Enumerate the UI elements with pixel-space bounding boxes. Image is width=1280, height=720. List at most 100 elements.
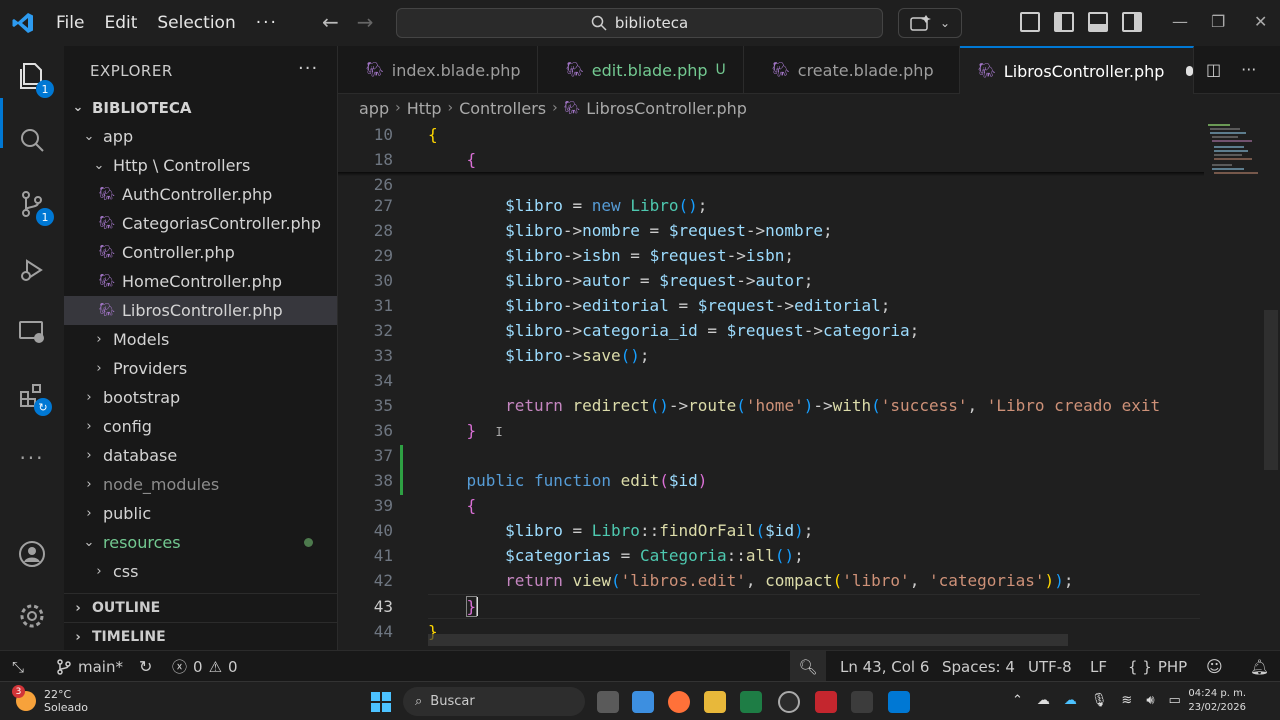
breadcrumb-http[interactable]: Http <box>407 99 442 118</box>
extensions-icon[interactable]: ↻ <box>14 378 52 416</box>
tree-folder-models[interactable]: › Models <box>64 325 337 354</box>
editor-more-icon[interactable]: ··· <box>1241 60 1256 79</box>
tree-folder-database[interactable]: › database <box>64 441 337 470</box>
timeline-section[interactable]: › TIMELINE <box>64 622 337 651</box>
menu-more-icon[interactable]: ··· <box>246 13 288 33</box>
code-line: 29 $libro->isbn = $request->isbn; <box>338 243 1200 268</box>
menu-edit[interactable]: Edit <box>94 13 147 33</box>
tree-folder-app[interactable]: ⌄ app <box>64 122 337 151</box>
sync-icon[interactable]: ↻ <box>139 657 152 676</box>
weather-badge: 3 <box>12 685 25 698</box>
outline-section[interactable]: › OUTLINE <box>64 593 337 622</box>
acrobat-icon[interactable] <box>815 691 837 713</box>
chevron-right-icon: › <box>447 100 454 116</box>
horizontal-scrollbar[interactable] <box>428 634 1068 646</box>
code-editor[interactable]: 10 { 18 { 26 27 $libro = new Libro(); 28 … <box>338 120 1280 650</box>
chevron-up-icon[interactable]: ⌃ <box>1012 693 1023 708</box>
tab-libroscontroller[interactable]: 🐘︎ LibrosController.php <box>960 46 1194 94</box>
minimize-icon[interactable]: — <box>1172 12 1188 31</box>
toggle-panel-icon[interactable] <box>1088 12 1108 32</box>
tab-index-blade[interactable]: 🐘︎ index.blade.php <box>338 46 538 94</box>
menu-file[interactable]: File <box>46 13 94 33</box>
problems-status[interactable]: ⓧ 0 ⚠ 0 <box>172 651 238 682</box>
task-view-icon[interactable] <box>597 691 619 713</box>
minimap[interactable] <box>1204 120 1264 650</box>
battery-icon[interactable]: ▭ <box>1169 693 1181 708</box>
tree-file-libroscontroller[interactable]: 🐘︎ LibrosController.php <box>64 296 337 325</box>
breadcrumb-file[interactable]: LibrosController.php <box>586 99 747 118</box>
vertical-scrollbar[interactable] <box>1264 310 1278 470</box>
wifi-icon[interactable]: ≋ <box>1121 693 1132 708</box>
tree-item-label: AuthController.php <box>122 185 273 204</box>
split-editor-icon[interactable]: ◫ <box>1206 60 1221 79</box>
tab-edit-blade[interactable]: 🐘︎ edit.blade.php U <box>538 46 744 94</box>
customize-layout-icon[interactable] <box>1020 12 1040 32</box>
tree-folder-public[interactable]: › public <box>64 499 337 528</box>
code-text: public function edit($id) <box>466 471 708 490</box>
tree-folder-http-controllers[interactable]: ⌄ Http \ Controllers <box>64 151 337 180</box>
excel-icon[interactable] <box>740 691 762 713</box>
tree-root-biblioteca[interactable]: ⌄ BIBLIOTECA <box>64 93 337 122</box>
edge-icon[interactable] <box>632 691 654 713</box>
taskbar-search[interactable]: ⌕ Buscar <box>403 687 585 716</box>
toggle-secondary-sidebar-icon[interactable] <box>1122 12 1142 32</box>
language-mode[interactable]: { } PHP <box>1128 651 1187 682</box>
settings-gear-icon[interactable] <box>14 598 50 634</box>
remote-indicator[interactable]: ⤡ <box>12 651 24 682</box>
chevron-down-icon: ⌄ <box>83 129 95 144</box>
windows-start-icon[interactable] <box>370 691 392 713</box>
forward-arrow-icon[interactable]: → <box>357 10 374 34</box>
unsaved-dot-icon[interactable] <box>1186 66 1193 76</box>
remote-explorer-icon[interactable] <box>14 314 50 350</box>
file-explorer-icon[interactable] <box>704 691 726 713</box>
cloud-icon[interactable]: ☁ <box>1037 693 1050 708</box>
explorer-more-icon[interactable]: ··· <box>298 58 318 79</box>
notifications-bell-icon[interactable]: 🔔︎ <box>1250 651 1269 682</box>
obs-icon[interactable] <box>778 691 800 713</box>
cursor-position[interactable]: Ln 43, Col 6 <box>840 651 929 682</box>
encoding[interactable]: UTF-8 <box>1028 651 1072 682</box>
tree-folder-providers[interactable]: › Providers <box>64 354 337 383</box>
tree-file-authcontroller[interactable]: 🐘︎ AuthController.php <box>64 180 337 209</box>
onedrive-icon[interactable]: ☁ <box>1064 693 1077 708</box>
weather-widget[interactable]: 3 22°C Soleado <box>12 685 88 714</box>
back-arrow-icon[interactable]: ← <box>322 10 339 34</box>
command-center-search[interactable]: biblioteca <box>396 8 883 38</box>
maximize-icon[interactable]: ❐ <box>1211 12 1225 31</box>
clock[interactable]: 04:24 p. m. 23/02/2026 <box>1188 687 1246 715</box>
vscode-taskbar-icon[interactable] <box>888 691 910 713</box>
tree-folder-node-modules[interactable]: › node_modules <box>64 470 337 499</box>
end-of-line[interactable]: LF <box>1090 651 1107 682</box>
tab-create-blade[interactable]: 🐘︎ create.blade.php <box>744 46 960 94</box>
breadcrumb-app[interactable]: app <box>359 99 389 118</box>
git-branch-status[interactable]: main* ↻ <box>56 651 152 682</box>
copilot-status-icon[interactable]: ☺ <box>1206 651 1223 682</box>
tree-folder-resources[interactable]: ⌄ resources <box>64 528 337 557</box>
menu-selection[interactable]: Selection <box>147 13 245 33</box>
microphone-icon[interactable]: 🎙︎ <box>1091 693 1108 708</box>
terminal-icon[interactable] <box>851 691 873 713</box>
firefox-icon[interactable] <box>668 691 690 713</box>
close-icon[interactable]: ✕ <box>1254 12 1267 31</box>
source-control-icon[interactable]: 1 <box>14 186 54 226</box>
account-icon[interactable] <box>14 536 50 572</box>
run-debug-icon[interactable] <box>14 252 50 288</box>
code-line: 18 { <box>338 147 1200 172</box>
tree-file-categoriascontroller[interactable]: 🐘︎ CategoriasController.php <box>64 209 337 238</box>
indentation[interactable]: Spaces: 4 <box>942 651 1015 682</box>
toggle-sidebar-icon[interactable] <box>1054 12 1074 32</box>
copilot-button[interactable]: ⌄ <box>898 8 962 38</box>
search-view-icon[interactable] <box>14 122 50 158</box>
volume-icon[interactable]: 🔊︎ <box>1146 693 1154 708</box>
line-number: 27 <box>373 196 393 215</box>
line-number: 31 <box>373 296 393 315</box>
more-views-icon[interactable]: ··· <box>14 440 50 476</box>
tree-folder-config[interactable]: › config <box>64 412 337 441</box>
breadcrumb-controllers[interactable]: Controllers <box>459 99 546 118</box>
explorer-icon[interactable]: 1 <box>14 58 54 98</box>
tree-file-homecontroller[interactable]: 🐘︎ HomeController.php <box>64 267 337 296</box>
zoom-indicator[interactable]: 🔍︎ <box>790 651 826 682</box>
tree-folder-css[interactable]: › css <box>64 557 337 586</box>
tree-folder-bootstrap[interactable]: › bootstrap <box>64 383 337 412</box>
tree-file-controller[interactable]: 🐘︎ Controller.php <box>64 238 337 267</box>
